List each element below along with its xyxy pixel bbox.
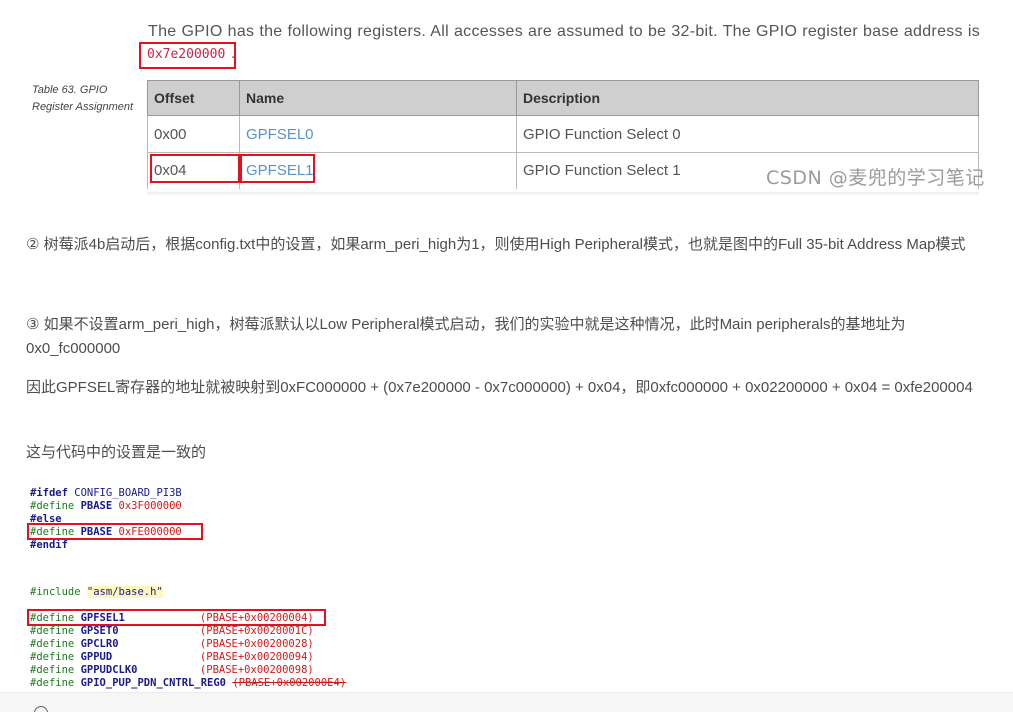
base-address-value: 0x7e200000: [147, 47, 226, 62]
code-identifier: GPSET0: [80, 625, 119, 637]
code-line: #include "asm/base.h": [30, 586, 163, 599]
code-number: (PBASE+0x00200094): [199, 651, 314, 663]
code-line: #define GPCLR0 (PBASE+0x00200028): [30, 638, 314, 651]
code-define: #define: [30, 664, 75, 676]
code-text: CONFIG_BOARD_PI3B: [67, 487, 182, 499]
code-identifier: GPIO_PUP_PDN_CNTRL_REG0: [80, 677, 226, 689]
code-directive: #endif: [30, 539, 68, 551]
table-cell-offset: 0x00: [147, 115, 240, 153]
highlight-box-offset: [150, 154, 240, 183]
code-line: #ifdef CONFIG_BOARD_PI3B: [30, 487, 182, 500]
datasheet-intro-text: The GPIO has the following registers. Al…: [148, 23, 980, 40]
table-header-row: Offset Name Description: [147, 80, 979, 116]
code-number: 0x3F000000: [118, 500, 182, 512]
table-cell-description: GPIO Function Select 0: [516, 115, 979, 153]
code-line: #define GPIO_PUP_PDN_CNTRL_REG0 (PBASE+0…: [30, 677, 346, 690]
code-identifier: GPPUD: [80, 651, 113, 663]
code-string: "asm/base.h": [86, 586, 163, 598]
code-identifier: GPCLR0: [80, 638, 119, 650]
code-line: #define GPSET0 (PBASE+0x0020001C): [30, 625, 314, 638]
base-address-period: .: [231, 45, 236, 62]
paragraph-low-peripheral: ③ 如果不设置arm_peri_high，树莓派默认以Low Periphera…: [26, 316, 906, 357]
highlight-box-name: [240, 154, 315, 183]
code-line: #define PBASE 0x3F000000: [30, 500, 182, 513]
table-header-offset: Offset: [147, 80, 240, 116]
highlight-box-gpfsel1: [27, 609, 326, 626]
table-row: 0x00 GPFSEL0 GPIO Function Select 0: [147, 115, 979, 153]
code-define: #define: [30, 677, 75, 689]
bottom-toolbar-edge: [0, 692, 1013, 712]
code-define: #define: [30, 500, 75, 512]
csdn-watermark: CSDN @麦兜的学习笔记: [766, 167, 985, 189]
paragraph-high-peripheral: ② 树莓派4b启动后，根据config.txt中的设置，如果arm_peri_h…: [26, 236, 966, 253]
code-number: (PBASE+0x002000E4): [232, 677, 347, 689]
paragraph-consistent: 这与代码中的设置是一致的: [26, 444, 207, 461]
code-directive: #ifdef: [30, 487, 68, 499]
code-line: #define GPPUD (PBASE+0x00200094): [30, 651, 314, 664]
code-identifier: PBASE: [80, 500, 113, 512]
table-header-name: Name: [239, 80, 517, 116]
code-include: #include: [30, 586, 81, 598]
code-identifier: GPPUDCLK0: [80, 664, 138, 676]
screenshot-fade: [147, 192, 979, 196]
code-number: (PBASE+0x0020001C): [199, 625, 314, 637]
code-line: #endif: [30, 539, 68, 552]
code-number: (PBASE+0x00200098): [199, 664, 314, 676]
datasheet-screenshot: The GPIO has the following registers. Al…: [0, 0, 1013, 200]
table-header-description: Description: [516, 80, 979, 116]
code-define: #define: [30, 638, 75, 650]
code-define: #define: [30, 651, 75, 663]
register-link[interactable]: GPFSEL0: [239, 115, 517, 153]
code-line: #define GPPUDCLK0 (PBASE+0x00200098): [30, 664, 314, 677]
code-define: #define: [30, 625, 75, 637]
paragraph-address-calc: 因此GPFSEL寄存器的地址就被映射到0xFC000000 + (0x7e200…: [26, 379, 973, 396]
table-caption: Table 63. GPIO Register Assignment: [32, 84, 134, 113]
highlight-box-pbase: [27, 523, 203, 540]
code-number: (PBASE+0x00200028): [199, 638, 314, 650]
